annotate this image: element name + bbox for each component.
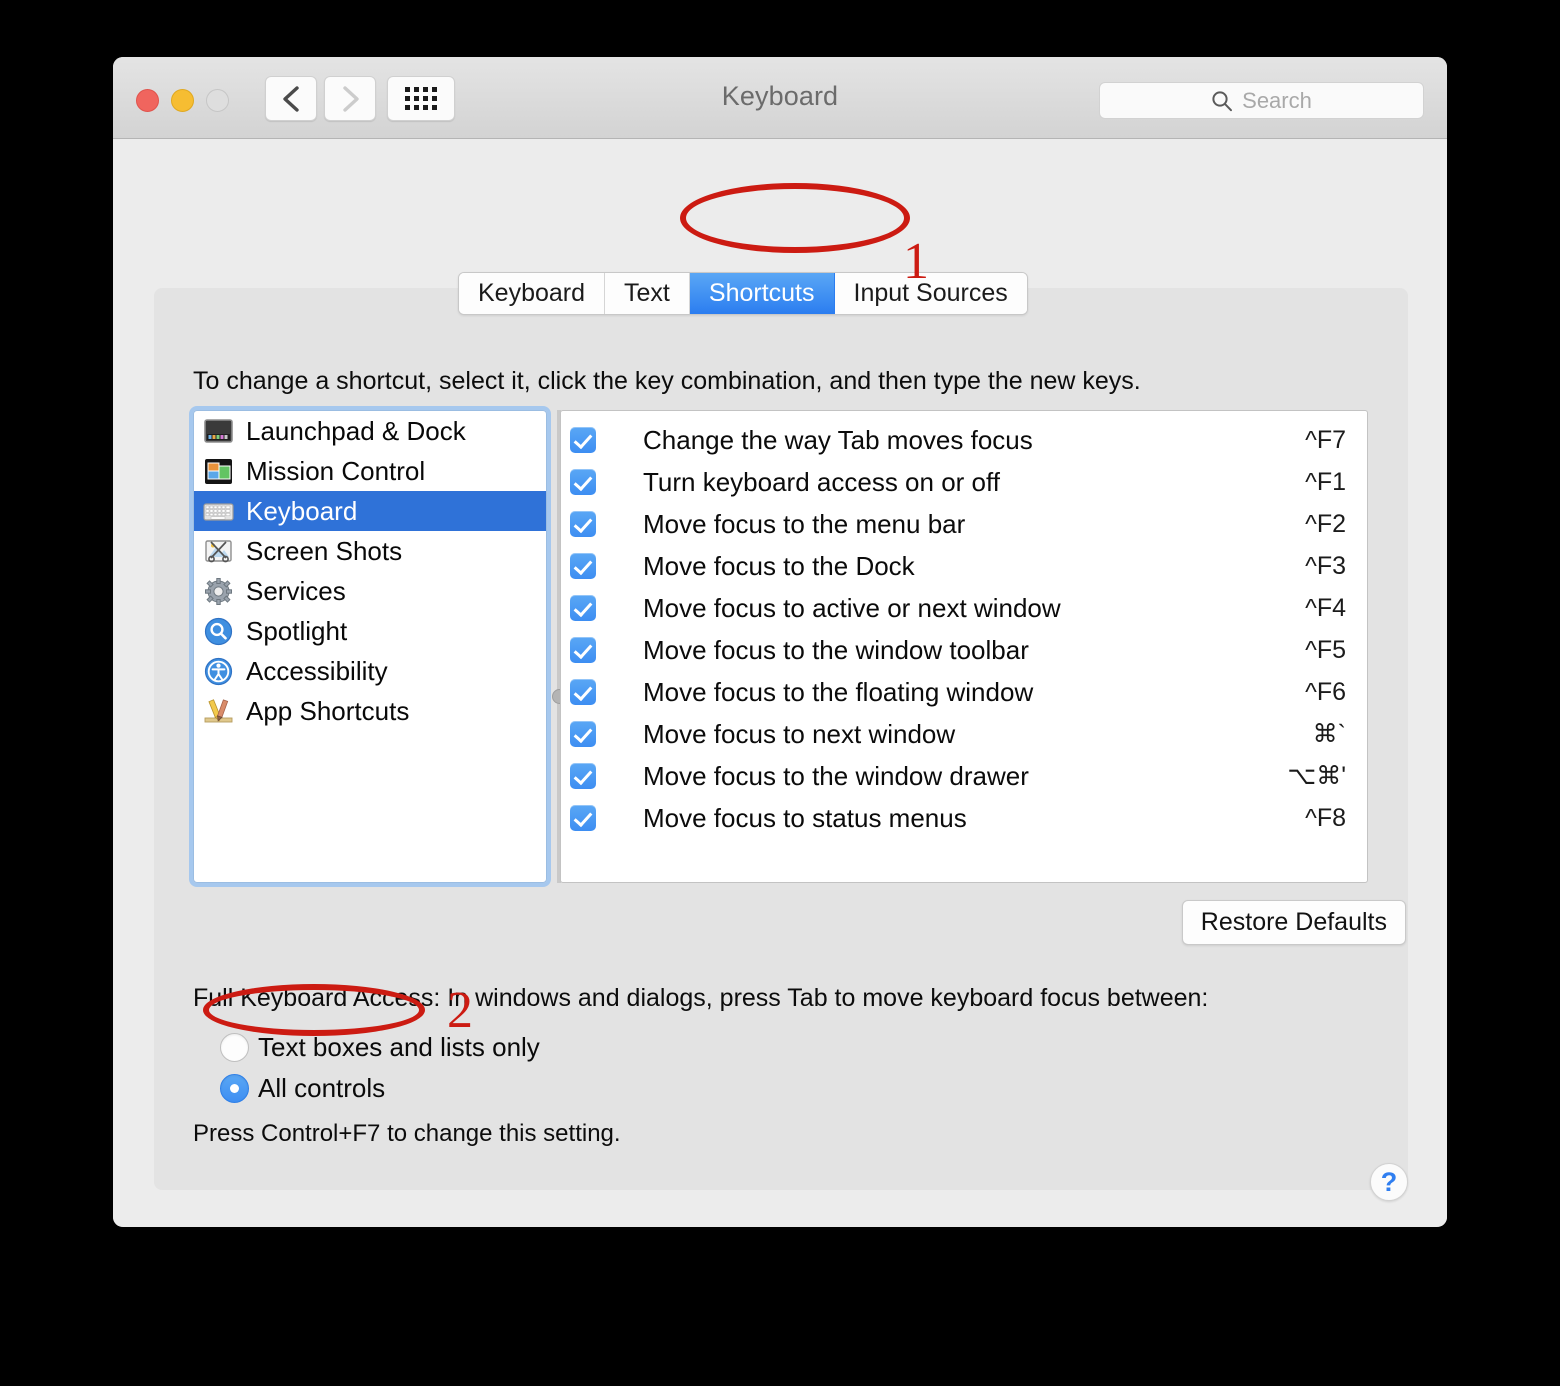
instruction-text: To change a shortcut, select it, click t… <box>193 367 1141 395</box>
tab-input-sources[interactable]: Input Sources <box>834 273 1027 314</box>
shortcut-checkbox[interactable] <box>570 595 596 621</box>
shortcut-key[interactable]: ^F5 <box>1305 636 1346 665</box>
sidebar-item-label: Accessibility <box>246 656 388 686</box>
mission-control-icon <box>203 456 234 487</box>
sidebar-item-label: App Shortcuts <box>246 696 410 726</box>
sidebar-item-label: Screen Shots <box>246 536 403 566</box>
table-row[interactable]: Move focus to the window toolbar ^F5 <box>561 629 1367 671</box>
shortcut-checkbox[interactable] <box>570 427 596 453</box>
tab-shortcuts[interactable]: Shortcuts <box>689 273 835 314</box>
sidebar-item-app-shortcuts[interactable]: App Shortcuts <box>194 691 546 731</box>
radio-all-controls[interactable]: All controls <box>220 1073 385 1104</box>
radio-label: Text boxes and lists only <box>258 1032 540 1062</box>
tab-text[interactable]: Text <box>605 273 690 314</box>
tab-bar: Keyboard Text Shortcuts Input Sources <box>458 272 1028 315</box>
shortcut-name: Move focus to next window <box>643 718 956 749</box>
app-shortcuts-icon <box>203 696 234 727</box>
shortcut-name: Turn keyboard access on or off <box>643 466 1000 497</box>
shortcut-name: Move focus to status menus <box>643 802 967 833</box>
shortcut-checkbox[interactable] <box>570 679 596 705</box>
sidebar-item-services[interactable]: Services <box>194 571 546 611</box>
shortcut-key[interactable]: ^F4 <box>1305 594 1346 623</box>
shortcut-key[interactable]: ^F8 <box>1305 804 1346 833</box>
full-keyboard-access-note: Press Control+F7 to change this setting. <box>193 1120 621 1147</box>
shortcut-checkbox[interactable] <box>570 805 596 831</box>
shortcut-checkbox[interactable] <box>570 553 596 579</box>
table-row[interactable]: Move focus to the Dock ^F3 <box>561 545 1367 587</box>
shortcut-checkbox[interactable] <box>570 637 596 663</box>
shortcut-key[interactable]: ^F7 <box>1305 426 1346 455</box>
shortcut-key[interactable]: ⌥⌘' <box>1287 761 1346 791</box>
search-icon <box>1212 90 1233 111</box>
sidebar-item-label: Mission Control <box>246 456 426 486</box>
shortcut-checkbox[interactable] <box>570 721 596 747</box>
shortcut-name: Change the way Tab moves focus <box>643 424 1033 455</box>
sidebar-item-keyboard[interactable]: Keyboard <box>194 491 546 531</box>
radio-button-selected[interactable] <box>220 1074 249 1103</box>
shortcut-key[interactable]: ^F1 <box>1305 468 1346 497</box>
sidebar-item-launchpad-dock[interactable]: Launchpad & Dock <box>194 411 546 451</box>
services-gear-icon <box>203 576 234 607</box>
table-row[interactable]: Move focus to the window drawer ⌥⌘' <box>561 755 1367 797</box>
shortcut-category-list[interactable]: Launchpad & Dock Mission Control Keyboar… <box>189 406 551 887</box>
system-preferences-window: Keyboard Search Keyboard Text Shortcuts … <box>113 57 1447 1227</box>
radio-button[interactable] <box>220 1033 249 1062</box>
shortcut-key[interactable]: ^F2 <box>1305 510 1346 539</box>
preferences-content: Keyboard Text Shortcuts Input Sources To… <box>113 139 1447 1226</box>
table-row[interactable]: Move focus to next window ⌘` <box>561 713 1367 755</box>
sidebar-item-label: Launchpad & Dock <box>246 416 466 446</box>
help-button[interactable]: ? <box>1370 1163 1408 1201</box>
radio-label: All controls <box>258 1073 386 1103</box>
shortcut-name: Move focus to the Dock <box>643 550 915 581</box>
keyboard-icon <box>203 496 234 527</box>
sidebar-item-spotlight[interactable]: Spotlight <box>194 611 546 651</box>
shortcut-checkbox[interactable] <box>570 469 596 495</box>
table-row[interactable]: Move focus to the floating window ^F6 <box>561 671 1367 713</box>
sidebar-item-screen-shots[interactable]: Screen Shots <box>194 531 546 571</box>
shortcut-key[interactable]: ^F6 <box>1305 678 1346 707</box>
spotlight-icon <box>203 616 234 647</box>
sidebar-item-mission-control[interactable]: Mission Control <box>194 451 546 491</box>
launchpad-dock-icon <box>203 416 234 447</box>
search-input[interactable]: Search <box>1099 82 1424 119</box>
sidebar-item-label: Services <box>246 576 346 606</box>
sidebar-item-label: Keyboard <box>246 496 358 526</box>
table-row[interactable]: Change the way Tab moves focus ^F7 <box>561 419 1367 461</box>
table-row[interactable]: Move focus to active or next window ^F4 <box>561 587 1367 629</box>
sidebar-item-label: Spotlight <box>246 616 348 646</box>
table-row[interactable]: Move focus to the menu bar ^F2 <box>561 503 1367 545</box>
shortcut-key[interactable]: ⌘` <box>1313 719 1346 749</box>
window-titlebar: Keyboard Search <box>113 57 1447 139</box>
full-keyboard-access-title: Full Keyboard Access: In windows and dia… <box>193 984 1209 1012</box>
sidebar-item-accessibility[interactable]: Accessibility <box>194 651 546 691</box>
table-row[interactable]: Turn keyboard access on or off ^F1 <box>561 461 1367 503</box>
tab-keyboard[interactable]: Keyboard <box>459 273 606 314</box>
shortcut-key[interactable]: ^F3 <box>1305 552 1346 581</box>
shortcut-checkbox[interactable] <box>570 511 596 537</box>
shortcut-name: Move focus to active or next window <box>643 592 1061 623</box>
shortcut-name: Move focus to the window drawer <box>643 760 1029 791</box>
shortcut-name: Move focus to the menu bar <box>643 508 966 539</box>
radio-text-boxes-and-lists-only[interactable]: Text boxes and lists only <box>220 1032 540 1063</box>
shortcut-checkbox[interactable] <box>570 763 596 789</box>
search-placeholder: Search <box>1242 87 1312 113</box>
shortcut-name: Move focus to the floating window <box>643 676 1034 707</box>
screenshot-root: Keyboard Search Keyboard Text Shortcuts … <box>0 0 1560 1386</box>
shortcut-list[interactable]: Change the way Tab moves focus ^F7 Turn … <box>560 410 1368 883</box>
shortcut-name: Move focus to the window toolbar <box>643 634 1029 665</box>
accessibility-icon <box>203 656 234 687</box>
table-row[interactable]: Move focus to status menus ^F8 <box>561 797 1367 839</box>
restore-defaults-button[interactable]: Restore Defaults <box>1181 900 1406 945</box>
screenshots-icon <box>203 536 234 567</box>
